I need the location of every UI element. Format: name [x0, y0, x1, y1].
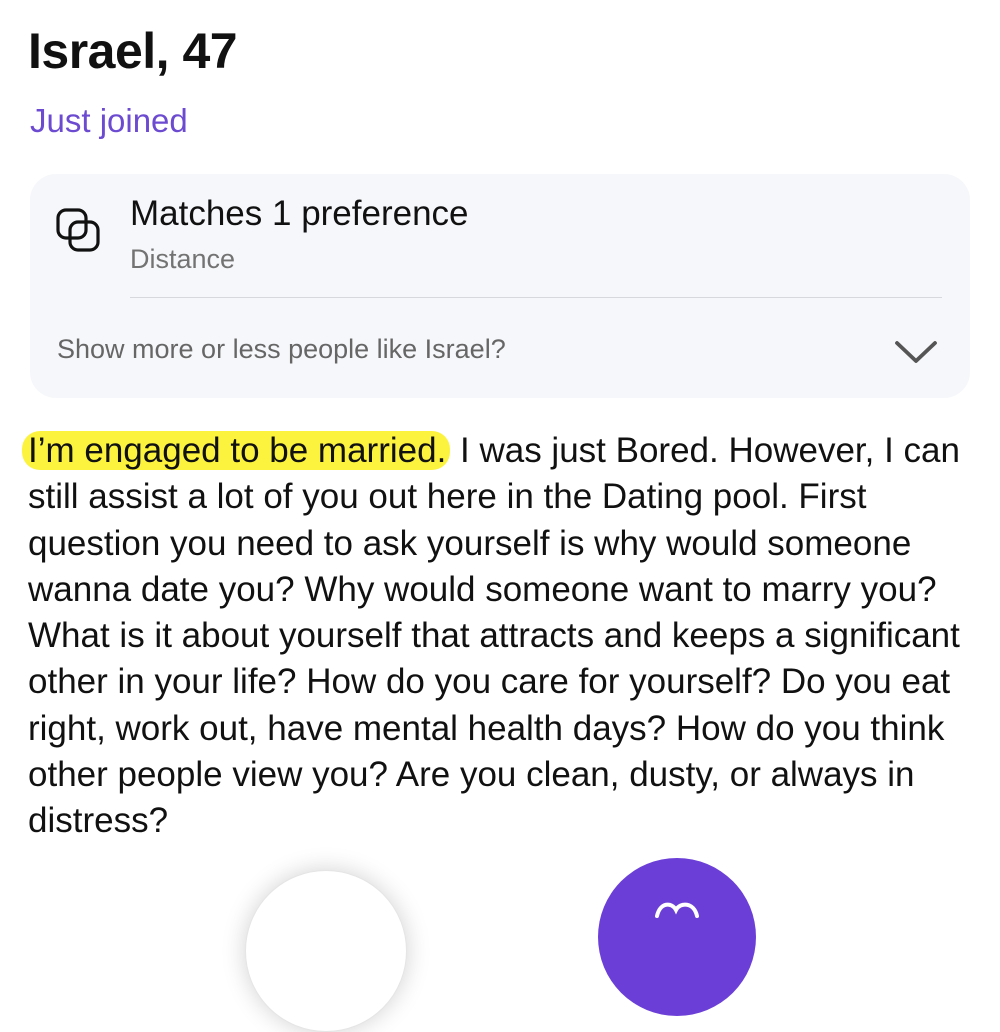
like-icon: [655, 902, 699, 918]
chevron-down-icon[interactable]: [892, 338, 940, 366]
overlapping-squares-icon: [56, 208, 100, 252]
highlighted-text: I’m engaged to be married.: [22, 431, 451, 470]
preference-match-detail: Distance: [130, 244, 236, 274]
show-more-less-toggle[interactable]: Show more or less people like Israel?: [57, 334, 506, 365]
preference-match-title: Matches 1 preference: [130, 194, 469, 233]
pass-button[interactable]: [245, 870, 407, 1032]
preference-card: Matches 1 preference Distance Show more …: [30, 174, 970, 398]
profile-bio: I’m engaged to be married. I was just Bo…: [22, 428, 973, 845]
profile-name-age: Israel, 47: [28, 23, 238, 79]
bio-text: I was just Bored. However, I can still a…: [28, 431, 960, 841]
divider: [130, 297, 942, 298]
join-status: Just joined: [30, 102, 188, 139]
like-button[interactable]: [598, 858, 756, 1016]
